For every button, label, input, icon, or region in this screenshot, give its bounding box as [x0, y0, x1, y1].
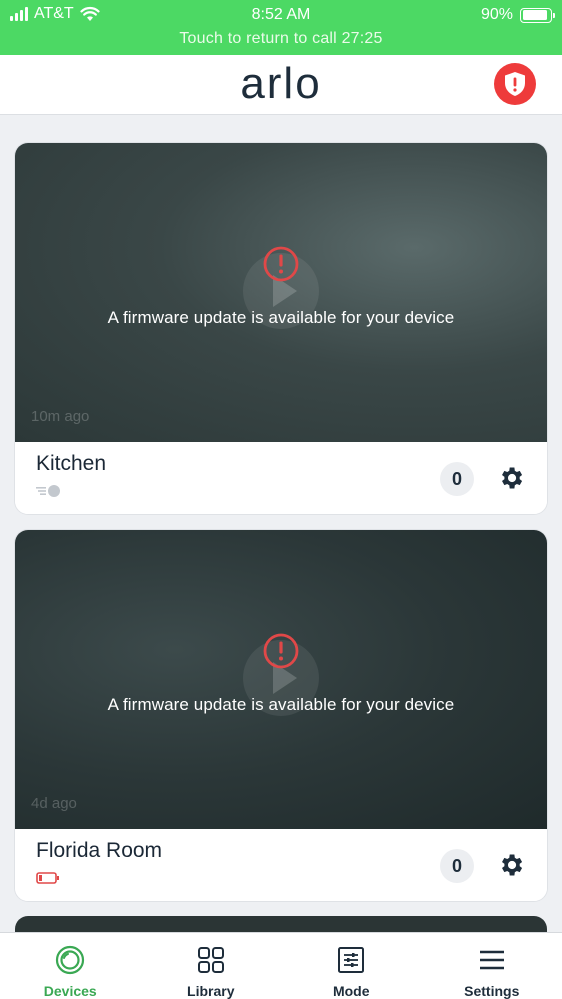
bottom-tab-bar: Devices Library Mode Settings — [0, 932, 562, 999]
low-battery-icon — [36, 872, 59, 884]
status-bar: AT&T 8:52 AM 90% Touch to return to call… — [0, 0, 562, 55]
last-activity-time: 4d ago — [31, 795, 77, 812]
warning-icon — [263, 633, 299, 669]
devices-icon — [56, 945, 85, 975]
tab-label: Library — [187, 983, 235, 999]
gear-icon[interactable] — [497, 851, 525, 879]
warning-icon — [263, 246, 299, 282]
tab-label: Settings — [464, 983, 520, 999]
event-count-badge[interactable]: 0 — [440, 849, 474, 883]
tab-label: Devices — [43, 983, 97, 999]
shield-alert-icon — [505, 72, 525, 96]
camera-card-florida-room[interactable]: A firmware update is available for your … — [15, 530, 547, 901]
signal-strength-icon — [36, 485, 60, 497]
emergency-alert-button[interactable] — [494, 63, 536, 105]
arlo-logo: arlo — [240, 59, 322, 108]
tab-settings[interactable]: Settings — [422, 933, 562, 999]
mode-sliders-icon — [338, 947, 365, 973]
firmware-update-message: A firmware update is available for your … — [107, 695, 455, 714]
tab-library[interactable]: Library — [141, 933, 282, 999]
battery-percent: 90% — [480, 6, 513, 23]
clock: 8:52 AM — [251, 6, 311, 23]
camera-name: Kitchen — [36, 452, 107, 475]
camera-thumbnail[interactable]: A firmware update is available for your … — [15, 530, 547, 829]
last-activity-time: 10m ago — [31, 408, 90, 425]
camera-thumbnail[interactable]: A firmware update is available for your … — [15, 143, 547, 442]
return-to-call-banner[interactable]: Touch to return to call 27:25 — [0, 30, 562, 48]
menu-icon — [479, 950, 504, 970]
event-count-badge[interactable]: 0 — [440, 462, 474, 496]
gear-icon[interactable] — [497, 464, 525, 492]
camera-card-kitchen[interactable]: A firmware update is available for your … — [15, 143, 547, 514]
library-grid-icon — [197, 947, 224, 973]
firmware-update-message: A firmware update is available for your … — [107, 308, 455, 327]
camera-name: Florida Room — [36, 839, 163, 862]
app-header: arlo — [0, 55, 562, 115]
tab-mode[interactable]: Mode — [281, 933, 422, 999]
tab-label: Mode — [332, 983, 370, 999]
tab-devices[interactable]: Devices — [0, 933, 141, 999]
battery-icon — [520, 7, 555, 23]
